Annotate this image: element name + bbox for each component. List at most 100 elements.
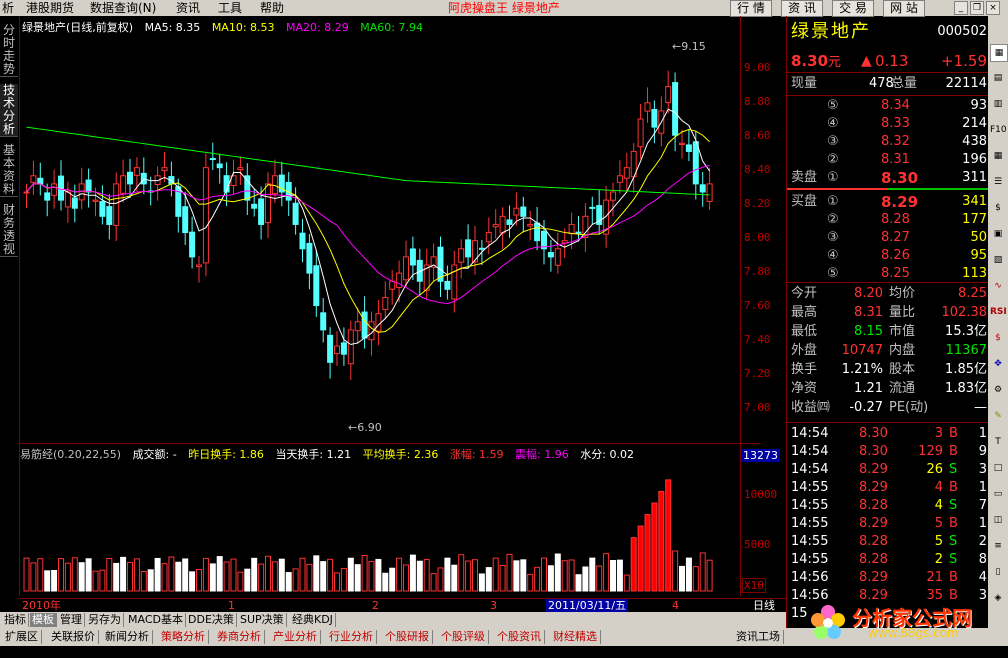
doc-icon[interactable]: ▯ — [990, 564, 1006, 580]
stat-row: 最高 8.31 量比 102.38 — [791, 305, 987, 320]
info-tab[interactable]: 财经精选 — [550, 630, 601, 644]
pencil-icon[interactable]: ✎ — [990, 408, 1006, 424]
tab-technical[interactable]: 技术分析 — [0, 84, 18, 137]
candle-body — [237, 167, 244, 170]
candle-body — [375, 313, 382, 332]
indicator-tabs: 指标 模板 管理 另存为 MACD基本 DDE决策 SUP决策 经典KDJ — [0, 612, 786, 628]
candle-body — [209, 158, 216, 161]
tab-template[interactable]: 模板 — [30, 613, 57, 627]
sell-level-row: ② 8.31 196 — [827, 152, 987, 167]
candle-body — [64, 191, 71, 208]
candle-body — [340, 342, 347, 355]
volume-bar — [127, 561, 133, 592]
chart-icon[interactable]: ▤ — [990, 70, 1006, 86]
volume-bar — [582, 566, 589, 592]
volume-bar — [196, 569, 202, 592]
candle-body — [327, 334, 334, 363]
text-icon[interactable]: T — [990, 434, 1006, 450]
rsi-icon[interactable]: RSI — [990, 304, 1007, 320]
bar-icon[interactable]: ▥ — [990, 96, 1006, 112]
volume-bar — [368, 560, 375, 592]
candle-body — [92, 199, 99, 202]
info-tab[interactable]: 券商分析 — [214, 630, 265, 644]
table-icon[interactable]: ▦ — [990, 148, 1006, 164]
volume-bar — [568, 559, 575, 592]
volume-bar — [292, 568, 299, 592]
info-tab[interactable]: 策略分析 — [158, 630, 209, 644]
info-tab[interactable]: 新闻分析 — [102, 630, 153, 644]
trade-button[interactable]: 交 易 — [832, 0, 874, 17]
price-chart[interactable]: ←6.90 ←9.15 — [20, 16, 740, 441]
list-icon[interactable]: ☰ — [990, 174, 1006, 190]
info-tab[interactable]: 扩展区 — [2, 630, 42, 644]
stat-row: 最低 8.15 市值 15.3亿 — [791, 324, 987, 339]
cube-icon[interactable]: ◫ — [990, 512, 1006, 528]
money-icon[interactable]: $ — [990, 330, 1006, 346]
menu-news[interactable]: 资讯 — [176, 0, 200, 16]
period-label[interactable]: 日线 — [753, 599, 775, 613]
calendar-icon[interactable]: ▣ — [990, 226, 1006, 242]
volume-bar — [623, 574, 630, 592]
info-tab[interactable]: 个股评级 — [438, 630, 489, 644]
grid-icon[interactable]: ▦ — [990, 44, 1008, 62]
volume-bar — [209, 563, 216, 592]
window-icon[interactable]: ▭ — [990, 486, 1006, 502]
dollar-icon[interactable]: $ — [990, 200, 1006, 216]
tab-kdj[interactable]: 经典KDJ — [290, 613, 336, 627]
info-tab[interactable]: 行业分析 — [326, 630, 377, 644]
candle-body — [306, 242, 313, 274]
volume-bar — [561, 560, 568, 592]
box-icon[interactable]: □ — [990, 460, 1006, 476]
tab-dde[interactable]: DDE决策 — [186, 613, 237, 627]
tab-macd[interactable]: MACD基本 — [126, 613, 186, 627]
buy-level-row: ③ 8.27 50 — [827, 230, 987, 245]
info-tab[interactable]: 产业分析 — [270, 630, 321, 644]
volume-bar — [375, 558, 382, 592]
tab-manage[interactable]: 管理 — [58, 613, 85, 627]
tab-fundamentals[interactable]: 基本资料 — [0, 144, 18, 197]
quote-button[interactable]: 行 情 — [730, 0, 772, 17]
layers-icon[interactable]: ≡ — [990, 538, 1006, 554]
close-icon[interactable]: × — [986, 1, 1000, 15]
sell-level-row: ⑤ 8.34 93 — [827, 98, 987, 113]
menu-help[interactable]: 帮助 — [260, 0, 284, 16]
tools-icon[interactable]: ⚙ — [990, 382, 1006, 398]
trend-icon[interactable]: ∿ — [990, 278, 1006, 294]
candle-body — [189, 231, 196, 258]
stats-icon[interactable]: ▧ — [990, 252, 1006, 268]
menu-analysis[interactable]: 析 — [2, 0, 14, 16]
vol-amp: 震幅: 1.96 — [515, 448, 569, 461]
website-button[interactable]: 网 站 — [883, 0, 925, 17]
candle-body — [513, 207, 520, 216]
stat-row: 净资 1.21 流通 1.83亿 — [791, 381, 987, 396]
tab-sup[interactable]: SUP决策 — [238, 613, 287, 627]
candle-body — [120, 175, 127, 194]
minimize-icon[interactable]: _ — [954, 1, 968, 15]
volume-bar — [347, 557, 354, 592]
tick-row: 14:55 8.29 4 B 1 — [791, 480, 987, 495]
f10-icon[interactable]: F10 — [990, 122, 1007, 138]
vol-water: 水分: 0.02 — [580, 448, 634, 461]
tab-finance[interactable]: 财务透视 — [0, 204, 18, 257]
info-tab[interactable]: 资讯工场 — [733, 630, 784, 644]
stock-code: 000502 — [937, 24, 987, 39]
info-tab[interactable]: 个股资讯 — [494, 630, 545, 644]
candle-body — [499, 215, 506, 234]
volume-bar — [78, 562, 85, 592]
menu-data-query[interactable]: 数据查询(N) — [90, 0, 156, 16]
volume-bar — [265, 555, 271, 592]
menu-tools[interactable]: 工具 — [218, 0, 242, 16]
chart-area[interactable]: 绿景地产(日线,前复权) MA5: 8.35 MA10: 8.53 MA20: … — [19, 16, 786, 613]
tab-intraday[interactable]: 分时走势 — [0, 24, 18, 77]
price-axis-label: 7.20 — [744, 367, 771, 380]
news-button[interactable]: 资 讯 — [781, 0, 823, 17]
menu-hk-futures[interactable]: 港股期货 — [26, 0, 74, 16]
restore-icon[interactable]: ❐ — [970, 1, 984, 15]
info-tab[interactable]: 个股研报 — [382, 630, 433, 644]
move-icon[interactable]: ✥ — [990, 356, 1006, 372]
vol-cur-turnover: 当天换手: 1.21 — [275, 448, 352, 461]
tab-save-as[interactable]: 另存为 — [86, 613, 124, 627]
info-tab[interactable]: 关联报价 — [48, 630, 99, 644]
volume-chart[interactable] — [20, 461, 740, 601]
tab-indicator[interactable]: 指标 — [2, 613, 29, 627]
